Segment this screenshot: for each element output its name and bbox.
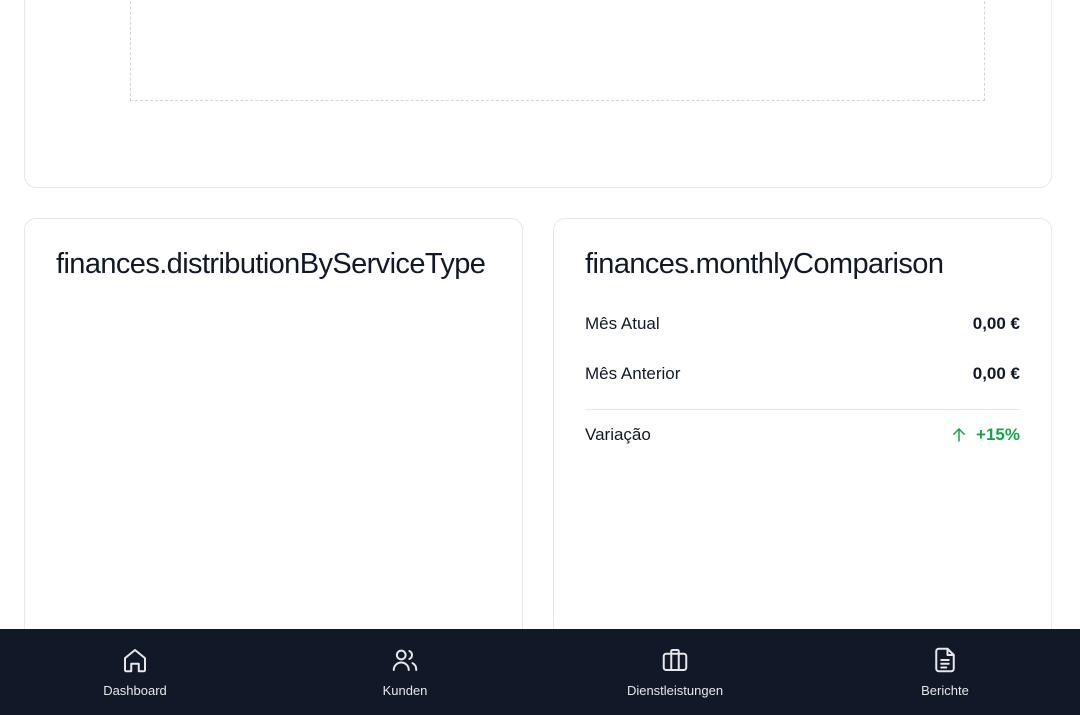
distribution-card: finances.distributionByServiceType — [24, 218, 523, 658]
previous-month-row: Mês Anterior 0,00 € — [585, 364, 1020, 384]
file-text-icon — [930, 645, 960, 675]
current-month-row: Mês Atual 0,00 € — [585, 314, 1020, 334]
distribution-card-title: finances.distributionByServiceType — [56, 248, 486, 280]
briefcase-icon — [660, 645, 690, 675]
nav-label-dienstleistungen: Dienstleistungen — [626, 683, 724, 698]
nav-label-dashboard: Dashboard — [103, 683, 167, 698]
nav-item-kunden[interactable]: Kunden — [270, 629, 540, 715]
nav-label-berichte: Berichte — [921, 683, 969, 698]
chart-placeholder — [130, 0, 985, 101]
current-month-value: 0,00 € — [972, 314, 1020, 333]
variation-value-group: +15% — [950, 425, 1020, 445]
nav-item-dienstleistungen[interactable]: Dienstleistungen — [540, 629, 810, 715]
previous-month-label: Mês Anterior — [585, 364, 681, 383]
home-icon — [120, 645, 150, 675]
monthly-comparison-title: finances.monthlyComparison — [585, 248, 944, 280]
variation-label: Variação — [585, 425, 651, 444]
divider — [585, 409, 1020, 410]
current-month-label: Mês Atual — [585, 314, 660, 333]
nav-item-dashboard[interactable]: Dashboard — [0, 629, 270, 715]
nav-label-kunden: Kunden — [382, 683, 428, 698]
previous-month-value: 0,00 € — [972, 364, 1020, 383]
monthly-comparison-card: finances.monthlyComparison Mês Atual 0,0… — [553, 218, 1052, 658]
variation-row: Variação +15% — [585, 425, 1020, 445]
top-chart-card — [24, 0, 1052, 188]
nav-item-berichte[interactable]: Berichte — [810, 629, 1080, 715]
users-icon — [390, 645, 420, 675]
bottom-navigation: Dashboard Kunden Dienstleistungen Berich… — [0, 629, 1080, 715]
arrow-up-icon — [950, 426, 968, 444]
variation-value: +15% — [976, 425, 1020, 444]
